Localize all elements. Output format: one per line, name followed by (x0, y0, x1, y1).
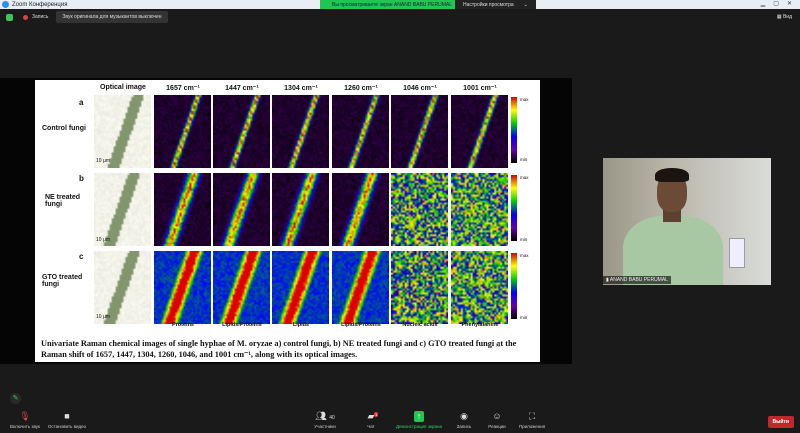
row-label: NE treated fungi (45, 194, 81, 208)
column-label: Proteins (171, 322, 194, 328)
chat-label: Чат (367, 424, 375, 429)
apps-button[interactable]: ⛶ Приложения (502, 411, 562, 429)
view-options-button[interactable]: Настройки просмотра ⌄ (455, 0, 536, 9)
column-label: Phenylalanine (461, 322, 499, 328)
raman-heatmap (332, 251, 389, 324)
figure-caption: Univariate Raman chemical images of sing… (41, 339, 517, 359)
meeting-info-bar: Запись Звук оригинала для музыкантов вык… (0, 9, 800, 25)
column-label: Lipids/Proteins (341, 322, 381, 328)
recording-label[interactable]: Запись (32, 14, 48, 20)
column-label: Lipids/Proteins (222, 322, 262, 328)
unmute-label: Включить звук (9, 424, 40, 429)
raman-heatmap (213, 95, 270, 168)
share-banner: Вы просматриваете экран ANAND BABU PERUM… (320, 0, 464, 9)
maximize-icon[interactable]: ▢ (773, 0, 779, 9)
chevron-down-icon: ⌄ (523, 1, 528, 8)
colorbar-max: max (520, 97, 529, 102)
raman-heatmap (272, 95, 329, 168)
raman-heatmap (154, 95, 211, 168)
page-number: 18 (495, 343, 501, 349)
security-shield-icon[interactable] (6, 13, 13, 21)
apps-icon: ⛶ (528, 411, 536, 421)
row-letter: b (79, 174, 84, 183)
column-header: 1447 cm⁻¹ (225, 85, 259, 92)
column-header: 1001 cm⁻¹ (463, 85, 497, 92)
stop-video-button[interactable]: ■ Остановить видео (37, 411, 97, 429)
meeting-toolbar: 🎙︎ Включить звук ■ Остановить видео 👥︎ 40 У… (0, 409, 800, 433)
column-header: 1657 cm⁻¹ (166, 85, 200, 92)
participants-count: 40 (329, 415, 335, 421)
row-label: Control fungi (42, 125, 86, 132)
record-icon (23, 14, 28, 20)
participant-video[interactable]: ▮ ANAND BABU PERUMAL (603, 158, 771, 285)
video-camera-icon: ■ (64, 411, 70, 421)
raman-heatmap (391, 251, 448, 324)
original-sound-notice: Звук оригинала для музыкантов выключен (56, 11, 168, 23)
row-letter: a (79, 98, 84, 107)
raman-heatmap (213, 251, 270, 324)
person-body (623, 216, 723, 285)
participant-name-label: ▮ ANAND BABU PERUMAL (603, 276, 671, 284)
colorbar-min: min (520, 157, 528, 162)
participants-label: Участники (314, 424, 336, 429)
column-label: Lipids (292, 322, 310, 328)
view-button[interactable]: ▦ Вид (777, 14, 792, 20)
colorbar-min: min (520, 237, 528, 242)
view-options-label: Настройки просмотра (463, 1, 514, 8)
raman-heatmap (332, 95, 389, 168)
participant-name: ANAND BABU PERUMAL (609, 277, 668, 283)
window-title: Zoom Конференция (12, 1, 68, 8)
raman-heatmap (391, 95, 448, 168)
leave-button[interactable]: Выйти (767, 416, 794, 428)
zoom-logo-icon (2, 1, 9, 8)
window-controls: ▁ ▢ ✕ (761, 0, 792, 9)
raman-heatmap (332, 173, 389, 246)
raman-heatmap (451, 95, 508, 168)
annotate-pen-icon[interactable]: ✎ (10, 393, 21, 404)
share-screen-icon: ↑ (414, 411, 424, 422)
person-hair (655, 168, 689, 182)
colorbar (511, 97, 517, 163)
scale-bar: 10 μm (96, 314, 110, 320)
mic-muted-icon: ▮ (606, 277, 609, 283)
raman-heatmap (213, 173, 270, 246)
row-label: GTO treated fungi (42, 274, 83, 288)
apps-label: Приложения (518, 424, 546, 429)
raman-heatmap (272, 173, 329, 246)
view-label: Вид (782, 14, 792, 20)
column-label: Nucleic acids (402, 322, 438, 328)
row-letter: c (79, 252, 84, 261)
colorbar-max: max (520, 175, 529, 180)
optical-image (94, 173, 151, 246)
colorbar (511, 253, 517, 319)
raman-heatmap (451, 251, 508, 324)
minimize-icon[interactable]: ▁ (761, 0, 766, 9)
colorbar-min: min (520, 315, 528, 320)
colorbar-max: max (520, 253, 529, 258)
raman-heatmap (154, 173, 211, 246)
close-icon[interactable]: ✕ (787, 0, 792, 9)
raman-heatmap (154, 251, 211, 324)
raman-heatmap (391, 173, 448, 246)
raman-heatmap (451, 173, 508, 246)
slide: Optical image 1657 cm⁻¹ 1447 cm⁻¹ 1304 c… (35, 80, 540, 362)
column-header: 1260 cm⁻¹ (344, 85, 378, 92)
raman-heatmap (272, 251, 329, 324)
stop-video-label: Остановить видео (47, 424, 87, 429)
scale-bar: 10 μm (96, 237, 110, 243)
background-shelf (729, 238, 745, 268)
colorbar (511, 175, 517, 241)
column-header: 1046 cm⁻¹ (403, 85, 437, 92)
column-header: Optical image (100, 84, 146, 91)
column-header: 1304 cm⁻¹ (284, 85, 318, 92)
scale-bar: 10 μm (96, 158, 110, 164)
